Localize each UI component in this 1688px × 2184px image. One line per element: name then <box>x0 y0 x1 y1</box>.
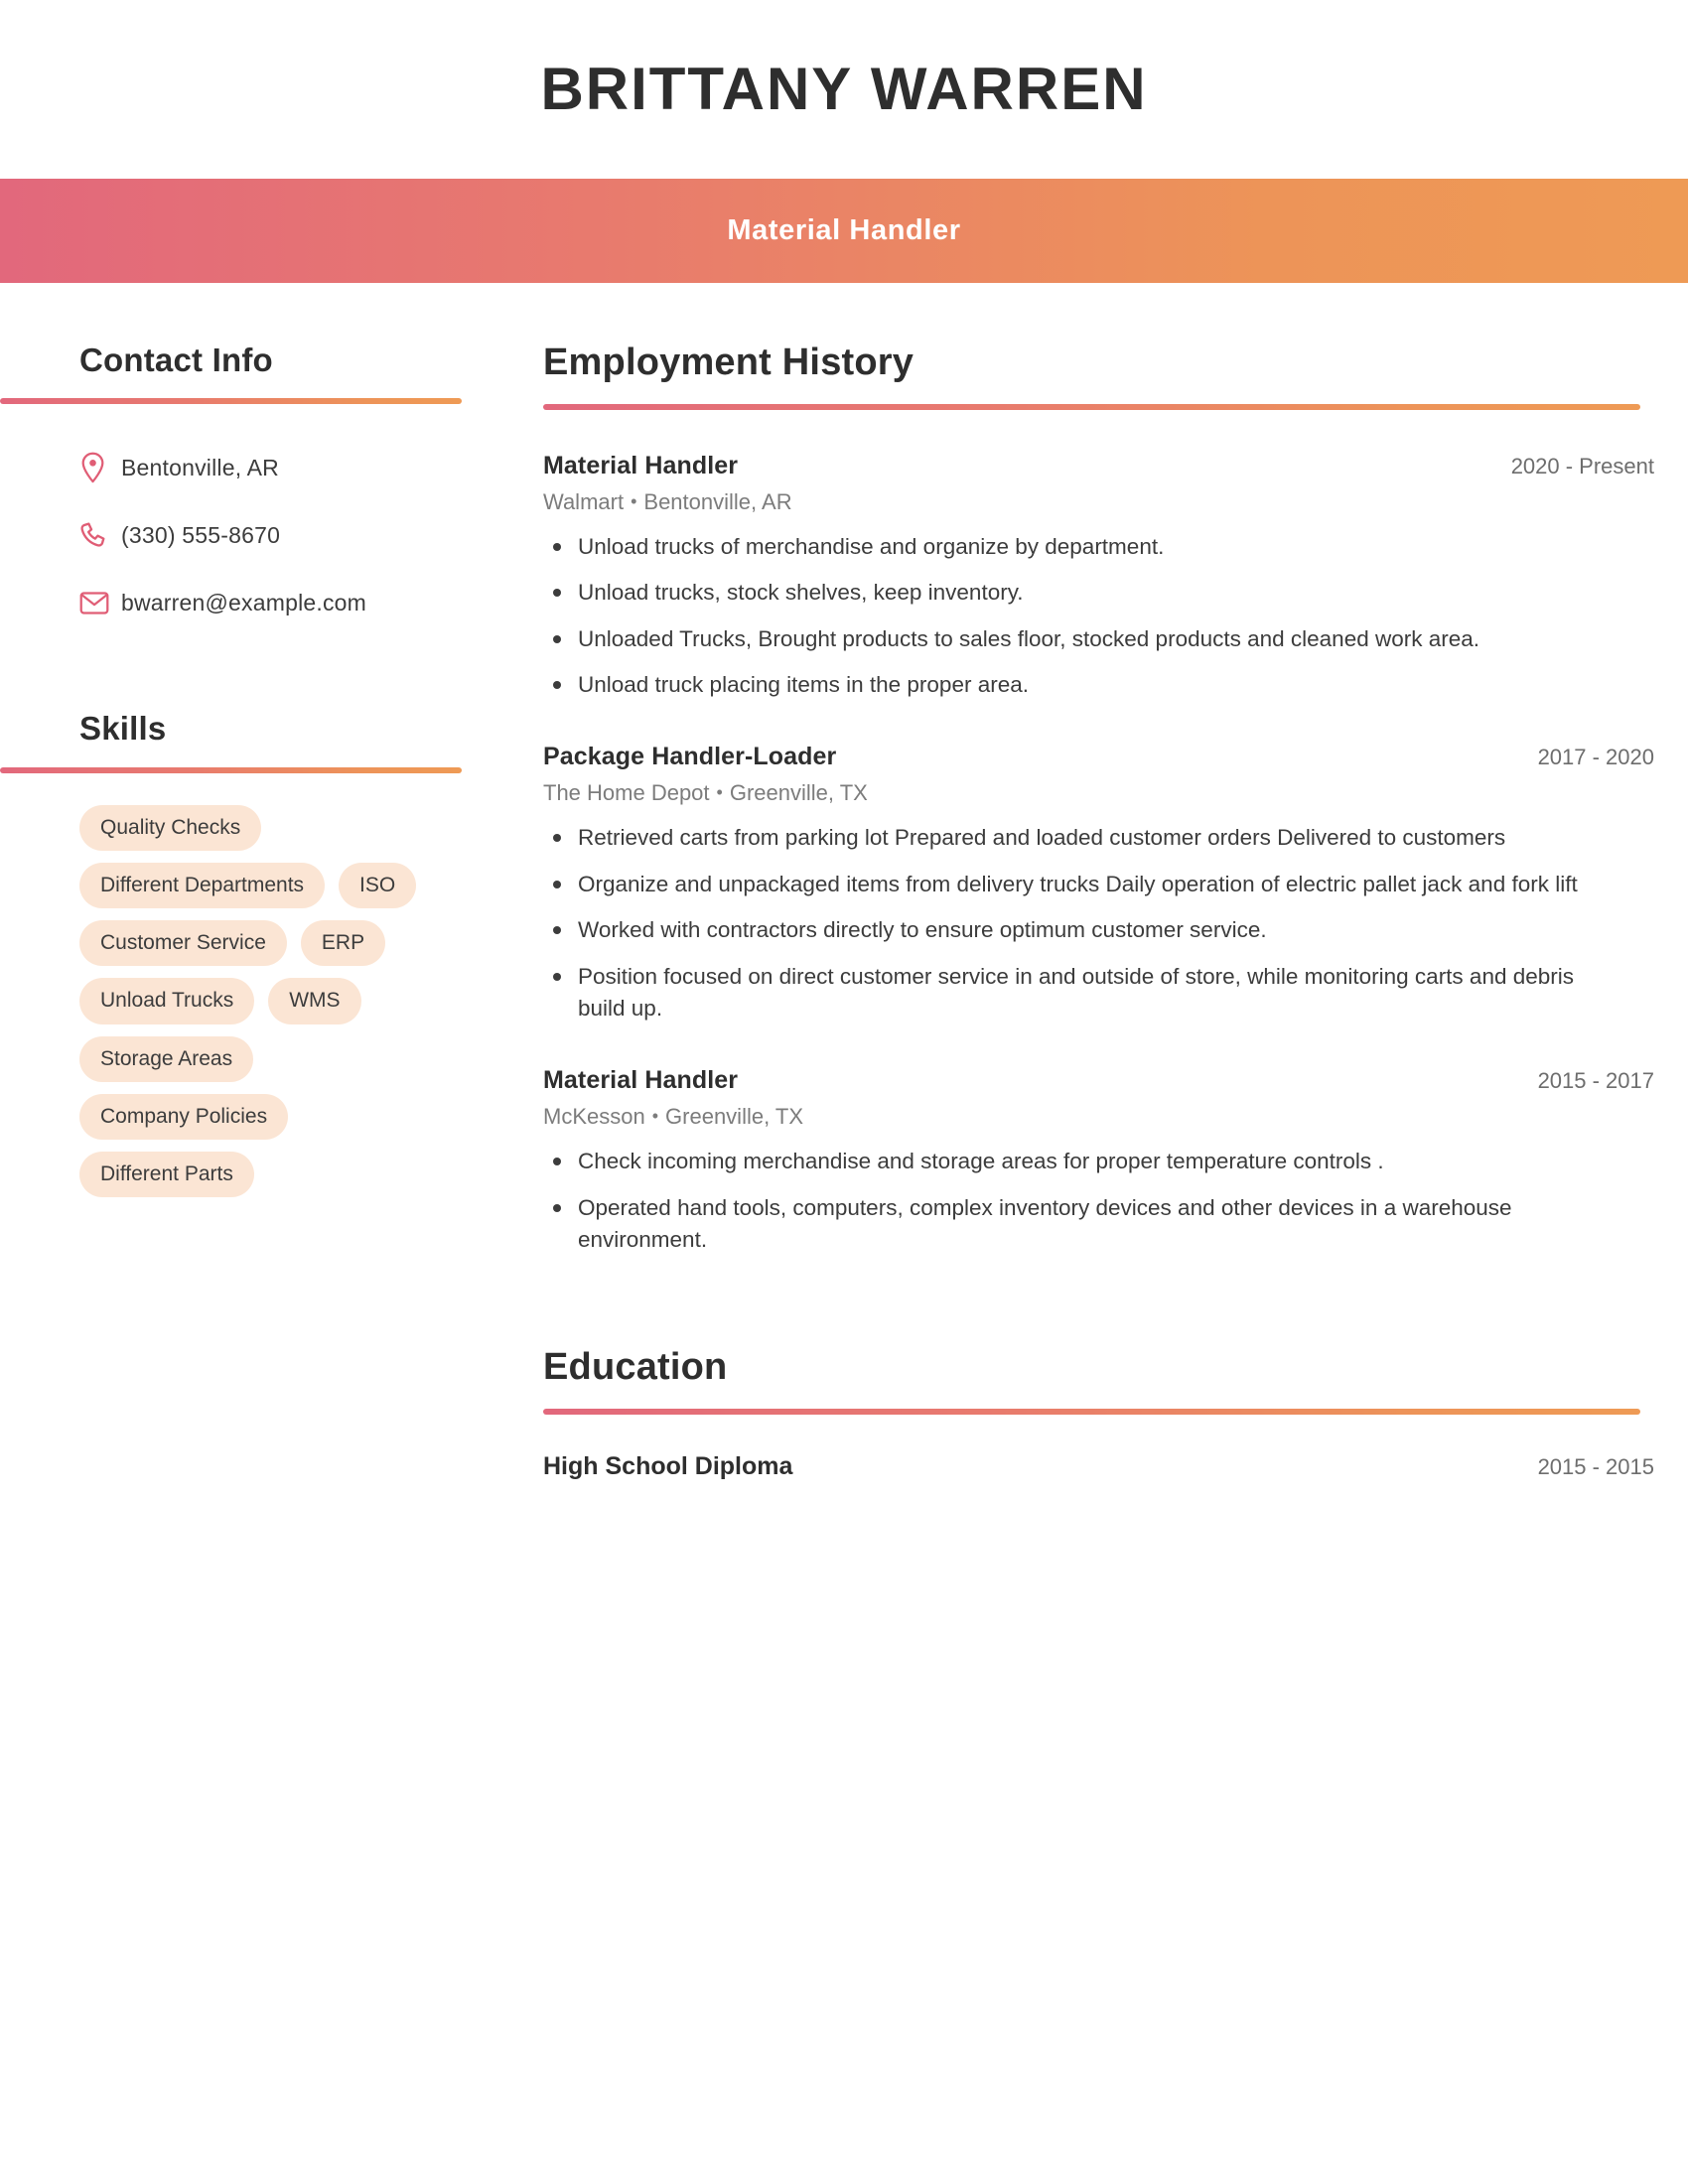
resume-body: Contact Info Bentonville, AR (330) 555-8… <box>0 283 1688 1481</box>
employment-history-heading: Employment History <box>543 341 914 383</box>
job-bullet: Organize and unpackaged items from deliv… <box>543 869 1611 900</box>
skill-pill: Quality Checks <box>79 804 262 851</box>
sidebar-column: Contact Info Bentonville, AR (330) 555-8… <box>0 341 477 1198</box>
contact-info-heading: Contact Info <box>79 341 273 378</box>
skill-pill: ERP <box>300 920 386 967</box>
skill-pill: ISO <box>339 862 417 909</box>
contact-phone-text: (330) 555-8670 <box>121 521 281 548</box>
job-company: The Home Depot <box>543 780 710 806</box>
envelope-icon <box>79 591 121 615</box>
meta-separator: • <box>631 490 637 511</box>
resume-header: BRITTANY WARREN <box>0 0 1688 179</box>
job-bullet: Retrieved carts from parking lot Prepare… <box>543 822 1611 854</box>
job-location: Greenville, TX <box>729 780 868 806</box>
job-company: Walmart <box>543 488 625 514</box>
meta-separator: • <box>651 1106 659 1127</box>
education-divider <box>543 1409 1640 1416</box>
contact-info-section: Contact Info Bentonville, AR (330) 555-8… <box>0 341 462 636</box>
education-dates: 2015 - 2015 <box>1537 1454 1654 1480</box>
job-dates: 2015 - 2017 <box>1537 1068 1654 1094</box>
resume-page: BRITTANY WARREN Material Handler Contact… <box>0 0 1688 1481</box>
job-headline: Material Handler 2015 - 2017 <box>543 1066 1660 1095</box>
phone-icon <box>79 521 121 550</box>
job-location: Greenville, TX <box>665 1104 804 1130</box>
job-bullet: Check incoming merchandise and storage a… <box>543 1146 1611 1177</box>
job-dates: 2017 - 2020 <box>1537 745 1654 770</box>
candidate-job-title: Material Handler <box>727 214 961 246</box>
job-bullet: Operated hand tools, computers, complex … <box>543 1192 1611 1257</box>
contact-item-email: bwarren@example.com <box>79 569 459 636</box>
education-degree: High School Diploma <box>543 1452 793 1481</box>
skill-pill: Different Departments <box>79 862 326 909</box>
skill-pill: Storage Areas <box>79 1035 254 1082</box>
skill-pill: Company Policies <box>79 1093 289 1141</box>
education-entry: High School Diploma 2015 - 2015 <box>543 1452 1660 1481</box>
skills-section: Skills Quality Checks Different Departme… <box>0 710 462 1198</box>
job-bullet-list: Check incoming merchandise and storage a… <box>543 1146 1660 1256</box>
job-entry: Material Handler 2015 - 2017 McKesson • Gr… <box>543 1066 1660 1256</box>
skill-pill: WMS <box>268 978 361 1024</box>
employment-history-section: Employment History Material Handler 2020… <box>543 341 1660 1256</box>
skill-pill: Different Parts <box>79 1152 254 1198</box>
contact-list: Bentonville, AR (330) 555-8670 bwarren@e… <box>79 434 459 636</box>
contact-item-phone: (330) 555-8670 <box>79 501 459 569</box>
skill-pill: Customer Service <box>79 920 287 967</box>
skills-heading: Skills <box>79 710 167 748</box>
job-bullet: Worked with contractors directly to ensu… <box>543 914 1611 946</box>
contact-info-divider <box>0 398 462 405</box>
education-section: Education High School Diploma 2015 - 201… <box>543 1347 1660 1481</box>
job-location: Bentonville, AR <box>643 488 792 514</box>
job-entry: Package Handler-Loader 2017 - 2020 The H… <box>543 743 1660 1024</box>
main-column: Employment History Material Handler 2020… <box>477 341 1688 1481</box>
contact-email-text: bwarren@example.com <box>121 589 367 615</box>
map-pin-icon <box>79 452 121 483</box>
job-title-band: Material Handler <box>0 179 1688 283</box>
job-headline: Material Handler 2020 - Present <box>543 452 1660 480</box>
job-dates: 2020 - Present <box>1510 453 1654 478</box>
contact-location-text: Bentonville, AR <box>121 454 279 480</box>
job-entry: Material Handler 2020 - Present Walmart •… <box>543 452 1660 702</box>
candidate-name: BRITTANY WARREN <box>540 56 1148 122</box>
job-title: Package Handler-Loader <box>543 743 837 771</box>
job-headline: Package Handler-Loader 2017 - 2020 <box>543 743 1660 771</box>
job-bullet-list: Unload trucks of merchandise and organiz… <box>543 531 1660 702</box>
job-company: McKesson <box>543 1104 645 1130</box>
job-company-location: The Home Depot • Greenville, TX <box>543 780 1660 806</box>
job-bullet: Position focused on direct customer serv… <box>543 961 1611 1025</box>
meta-separator: • <box>716 782 723 803</box>
job-bullet: Unload truck placing items in the proper… <box>543 669 1611 701</box>
employment-history-divider <box>543 403 1640 410</box>
job-bullet: Unload trucks, stock shelves, keep inven… <box>543 577 1611 609</box>
skills-list: Quality Checks Different Departments ISO… <box>79 804 459 1198</box>
job-company-location: McKesson • Greenville, TX <box>543 1104 1660 1130</box>
job-bullet-list: Retrieved carts from parking lot Prepare… <box>543 822 1660 1024</box>
education-heading: Education <box>543 1346 728 1389</box>
job-title: Material Handler <box>543 451 739 479</box>
skills-divider <box>0 766 462 773</box>
job-bullet: Unloaded Trucks, Brought products to sal… <box>543 623 1611 655</box>
contact-item-location: Bentonville, AR <box>79 434 459 501</box>
job-company-location: Walmart • Bentonville, AR <box>543 489 1660 515</box>
skill-pill: Unload Trucks <box>79 978 255 1024</box>
job-title: Material Handler <box>543 1066 739 1095</box>
job-bullet: Unload trucks of merchandise and organiz… <box>543 531 1611 563</box>
